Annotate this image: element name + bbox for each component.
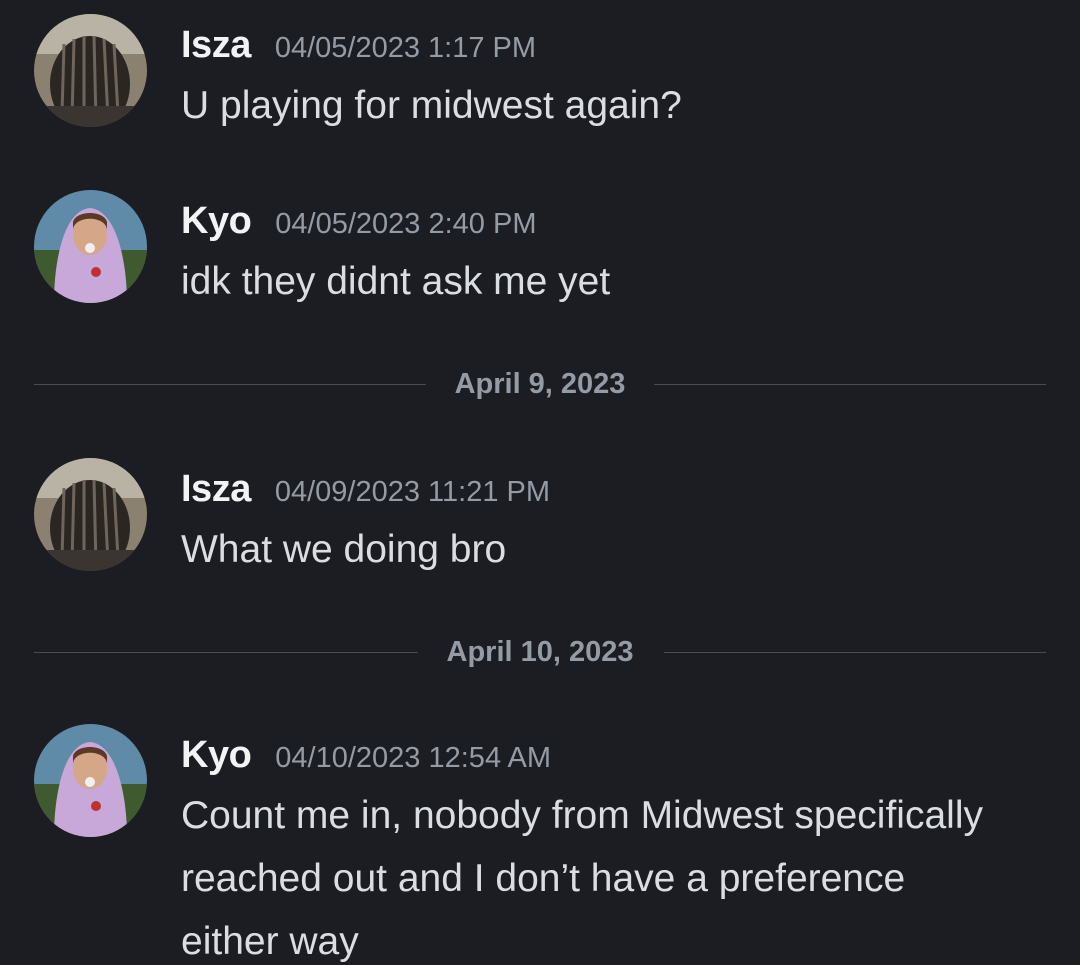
user-avatar-icon <box>34 458 147 571</box>
divider-line <box>664 652 1046 653</box>
message-text: What we doing bro <box>181 528 507 571</box>
user-avatar-icon <box>34 724 147 837</box>
message-text: idk they didnt ask me yet <box>181 260 611 303</box>
timestamp: 04/10/2023 12:54 AM <box>275 742 552 774</box>
username[interactable]: Isza <box>181 468 251 511</box>
username[interactable]: Kyo <box>181 200 252 243</box>
username[interactable]: Isza <box>181 24 251 67</box>
avatar[interactable] <box>34 14 147 127</box>
user-avatar-icon <box>34 190 147 303</box>
timestamp: 04/09/2023 11:21 PM <box>274 476 551 508</box>
date-divider: April 9, 2023 <box>34 364 1046 404</box>
avatar[interactable] <box>34 458 147 571</box>
message-text: U playing for midwest again? <box>181 84 682 127</box>
message-text: Count me in, nobody from Midwest specifi… <box>181 794 983 963</box>
timestamp: 04/05/2023 1:17 PM <box>274 32 537 64</box>
avatar[interactable] <box>34 190 147 303</box>
timestamp: 04/05/2023 2:40 PM <box>275 208 537 240</box>
avatar[interactable] <box>34 724 147 837</box>
date-divider: April 10, 2023 <box>34 632 1046 672</box>
user-avatar-icon <box>34 14 147 127</box>
divider-line <box>654 384 1046 385</box>
username[interactable]: Kyo <box>181 734 252 777</box>
